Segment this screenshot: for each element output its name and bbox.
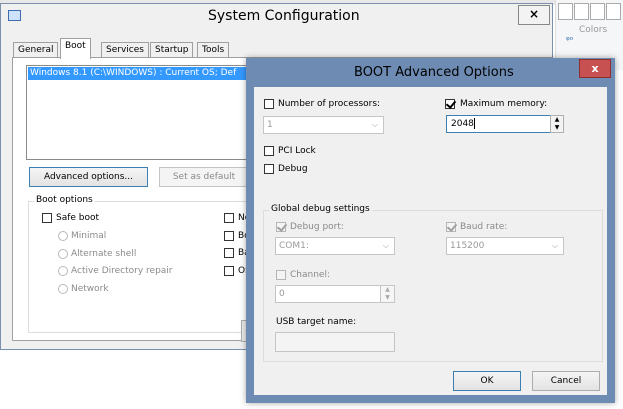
baud-rate-value: 115200 <box>450 241 485 251</box>
baud-rate-label: Baud rate: <box>460 222 508 232</box>
right-option-checkbox-4[interactable] <box>224 266 234 276</box>
spin-down-icon[interactable]: ▼ <box>381 294 394 302</box>
debug-port-value: COM1: <box>279 241 309 251</box>
chevron-down-icon: ⌵ <box>551 241 558 250</box>
maximum-memory-checkbox[interactable] <box>445 99 455 109</box>
title-bar: System Configuration × <box>1 4 552 31</box>
dialog-close-button[interactable]: x <box>579 59 611 78</box>
debug-port-label: Debug port: <box>290 222 344 232</box>
radio-active-directory-repair[interactable] <box>58 266 68 276</box>
radio-network-label: Network <box>71 284 109 294</box>
maximum-memory-spinner[interactable]: ▲ ▼ <box>550 115 564 133</box>
text-cursor <box>473 118 475 129</box>
safe-boot-checkbox[interactable] <box>42 213 52 223</box>
radio-network[interactable] <box>58 284 68 294</box>
usb-target-name-input[interactable] <box>275 332 395 352</box>
os-entry-selected[interactable]: Windows 8.1 (C:\WINDOWS) : Current OS; D… <box>28 67 270 80</box>
global-debug-legend: Global debug settings <box>269 204 372 214</box>
safe-boot-label: Safe boot <box>56 213 100 223</box>
cancel-button[interactable]: Cancel <box>532 371 600 391</box>
close-icon: × <box>528 7 540 21</box>
radio-alternate-shell[interactable] <box>58 249 68 259</box>
radio-active-directory-repair-label: Active Directory repair <box>71 266 173 276</box>
channel-spinner[interactable]: ▲ ▼ <box>380 285 395 303</box>
tab-startup[interactable]: Startup <box>150 42 194 58</box>
paint-tag: ᵠᵒ <box>566 36 574 46</box>
boot-advanced-options-dialog: BOOT Advanced Options x Number of proces… <box>246 58 615 403</box>
pci-lock-label: PCI Lock <box>278 146 316 156</box>
maximum-memory-input[interactable]: 2048 <box>446 115 564 133</box>
channel-value: 0 <box>279 289 285 299</box>
right-option-checkbox-1[interactable] <box>224 213 234 223</box>
debug-port-select[interactable]: COM1: ⌵ <box>275 237 395 255</box>
app-icon <box>8 10 21 21</box>
spin-down-icon[interactable]: ▼ <box>551 124 563 132</box>
channel-checkbox[interactable] <box>276 270 286 280</box>
right-option-checkbox-3[interactable] <box>224 248 234 258</box>
spin-up-icon[interactable]: ▲ <box>381 286 394 294</box>
channel-input[interactable]: 0 <box>275 285 395 303</box>
baud-rate-select[interactable]: 115200 ⌵ <box>446 237 564 255</box>
tab-boot[interactable]: Boot <box>60 38 91 59</box>
number-of-processors-value: 1 <box>267 120 273 130</box>
radio-minimal-label: Minimal <box>71 231 107 241</box>
right-option-checkbox-2[interactable] <box>224 231 234 241</box>
usb-target-name-label: USB target name: <box>276 317 357 327</box>
debug-port-checkbox[interactable] <box>276 222 286 232</box>
debug-checkbox[interactable] <box>264 164 274 174</box>
channel-label: Channel: <box>290 270 330 280</box>
number-of-processors-select[interactable]: 1 ⌵ <box>263 116 384 134</box>
tab-services[interactable]: Services <box>101 42 149 58</box>
tab-tools[interactable]: Tools <box>197 42 230 58</box>
colors-label: Colors <box>579 25 608 35</box>
window-title: System Configuration <box>208 8 360 24</box>
radio-alternate-shell-label: Alternate shell <box>71 249 137 259</box>
dialog-body: Number of processors: 1 ⌵ Maximum memory… <box>254 87 607 395</box>
boot-options-label: Boot options <box>34 195 95 205</box>
dialog-title: BOOT Advanced Options <box>354 65 514 80</box>
ok-button[interactable]: OK <box>453 371 521 391</box>
chevron-down-icon: ⌵ <box>382 241 389 250</box>
chevron-down-icon: ⌵ <box>371 120 378 129</box>
number-of-processors-checkbox[interactable] <box>264 99 274 109</box>
pci-lock-checkbox[interactable] <box>264 146 274 156</box>
maximum-memory-value: 2048 <box>451 119 474 129</box>
spin-up-icon[interactable]: ▲ <box>551 116 563 124</box>
tab-general[interactable]: General <box>13 42 59 58</box>
radio-minimal[interactable] <box>58 231 68 241</box>
close-button[interactable]: × <box>518 5 550 25</box>
set-as-default-button[interactable]: Set as default <box>159 167 249 187</box>
baud-rate-checkbox[interactable] <box>446 222 456 232</box>
close-icon: x <box>591 62 599 75</box>
number-of-processors-label: Number of processors: <box>278 99 381 109</box>
color-swatch-row <box>556 3 623 20</box>
debug-label: Debug <box>278 164 308 174</box>
maximum-memory-label: Maximum memory: <box>460 99 548 109</box>
advanced-options-button[interactable]: Advanced options... <box>29 167 148 187</box>
